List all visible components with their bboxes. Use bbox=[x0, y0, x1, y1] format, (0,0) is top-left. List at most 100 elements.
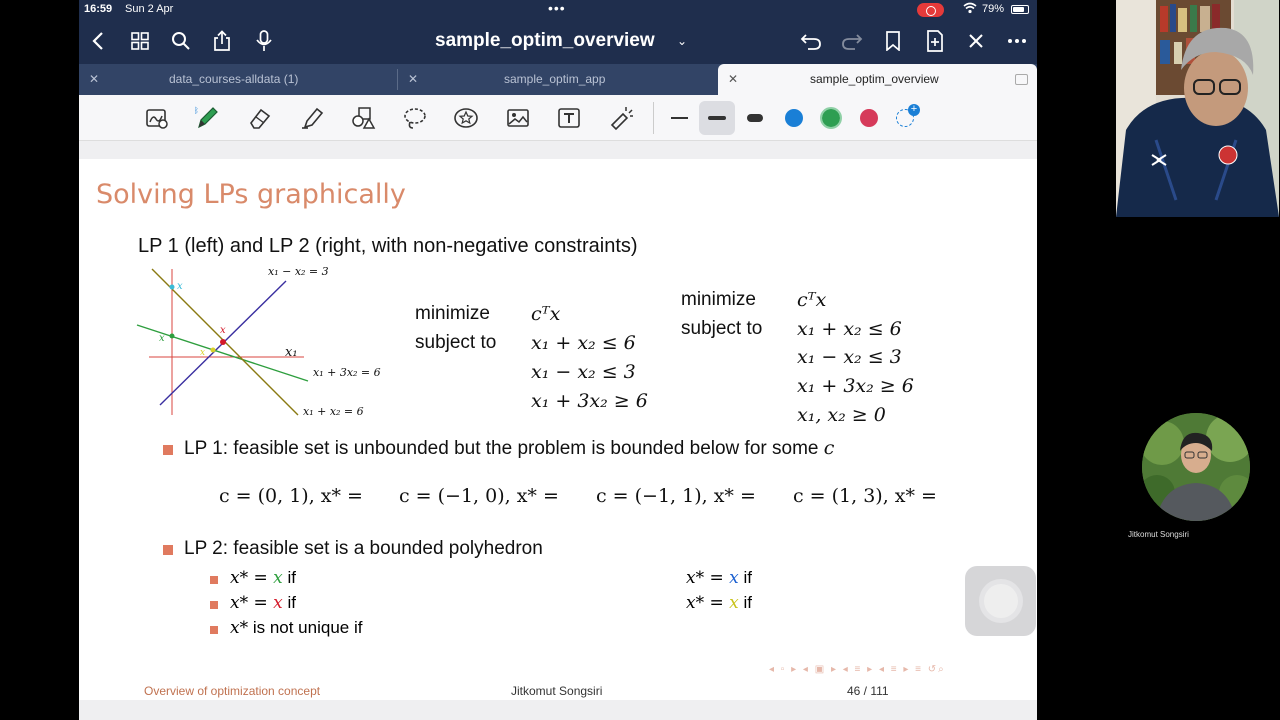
sub-prefix: x* = bbox=[686, 593, 730, 613]
bookmark-icon[interactable] bbox=[880, 28, 906, 54]
point-label-cyan: x bbox=[177, 281, 183, 292]
document-title[interactable]: sample_optim_overview bbox=[435, 30, 655, 52]
battery-icon bbox=[1011, 5, 1029, 14]
annotation-toolbar: ᛒ + bbox=[79, 95, 1037, 141]
text-icon[interactable] bbox=[555, 104, 583, 132]
laser-pointer-icon[interactable] bbox=[607, 104, 635, 132]
lp2-minimize-label: minimize bbox=[681, 289, 756, 310]
stroke-thick-option[interactable] bbox=[747, 114, 763, 122]
assistive-touch-button[interactable] bbox=[965, 566, 1036, 636]
eraser-icon[interactable] bbox=[246, 104, 274, 132]
footer-left: Overview of optimization concept bbox=[144, 684, 321, 698]
highlighter-icon[interactable] bbox=[298, 104, 326, 132]
sticker-icon[interactable] bbox=[452, 104, 480, 132]
tab-data-courses[interactable]: ✕ data_courses-alldata (1) bbox=[79, 64, 397, 95]
color-blue-swatch[interactable] bbox=[785, 109, 803, 127]
slide-title: Solving LPs graphically bbox=[96, 179, 406, 210]
participant-video-image bbox=[1142, 413, 1250, 521]
lp1-constraint-3: x₁ + 3x₂ ≥ 6 bbox=[531, 390, 648, 412]
point-label-yellow: x bbox=[200, 348, 205, 358]
tab-close-icon[interactable]: ✕ bbox=[728, 64, 738, 95]
label-line2: x₁ + 3x₂ = 6 bbox=[313, 366, 381, 379]
sub-bullet-square bbox=[210, 626, 218, 634]
sub-item-red: x* = x if bbox=[230, 593, 296, 613]
screen-recording-icon[interactable] bbox=[917, 3, 944, 17]
tab-close-icon[interactable]: ✕ bbox=[408, 64, 418, 95]
screen: 16:59 Sun 2 Apr ••• 79% sample_optim_ove… bbox=[0, 0, 1280, 720]
tab-sample-optim-overview[interactable]: ✕ sample_optim_overview bbox=[718, 64, 1037, 95]
bullet-square bbox=[163, 445, 173, 455]
presenter-video-image bbox=[1116, 0, 1279, 217]
c-value-3: c = (−1, 1), x* = bbox=[596, 485, 756, 507]
pen-icon[interactable]: ᛒ bbox=[193, 104, 221, 132]
sub-prefix: x* = bbox=[230, 568, 274, 588]
bullet-lp1-text: LP 1: feasible set is unbounded but the … bbox=[184, 437, 834, 460]
slide-subtitle: LP 1 (left) and LP 2 (right, with non-ne… bbox=[138, 235, 638, 257]
battery-fill bbox=[1013, 7, 1025, 12]
point-red bbox=[220, 339, 226, 345]
status-bar: 16:59 Sun 2 Apr ••• 79% bbox=[79, 0, 1037, 20]
sub-item-blue: x* = x if bbox=[686, 568, 752, 588]
more-icon[interactable] bbox=[1004, 28, 1030, 54]
sub-item-yellow: x* = x if bbox=[686, 593, 752, 613]
shapes-icon[interactable] bbox=[349, 104, 377, 132]
label-x1-axis: x₁ bbox=[285, 345, 298, 360]
plus-icon: + bbox=[908, 104, 920, 116]
footer-page-number: 46 / 111 bbox=[847, 684, 889, 698]
chevron-down-icon[interactable]: ⌄ bbox=[669, 28, 695, 54]
stroke-thin-option[interactable] bbox=[671, 117, 688, 119]
color-selected-ring bbox=[820, 107, 842, 129]
bullet-lp1-math: c bbox=[823, 437, 835, 459]
svg-text:ᛒ: ᛒ bbox=[194, 106, 199, 115]
lp1-constraint-1: x₁ + x₂ ≤ 6 bbox=[531, 332, 636, 354]
undo-icon[interactable] bbox=[798, 28, 824, 54]
lp2-objective: cᵀx bbox=[797, 289, 827, 311]
share-icon[interactable] bbox=[209, 28, 235, 54]
sub-bullet-square bbox=[210, 576, 218, 584]
tab-close-icon[interactable]: ✕ bbox=[89, 64, 99, 95]
beamer-nav-icons[interactable]: ◂ ▫ ▸ ◂ ▣ ▸ ◂ ≡ ▸ ◂ ≡ ▸ ≡ ↺⌕ bbox=[769, 664, 946, 675]
c-value-2: c = (−1, 0), x* = bbox=[399, 485, 559, 507]
mic-icon[interactable] bbox=[251, 28, 277, 54]
toolbar-divider bbox=[653, 102, 654, 134]
search-icon[interactable] bbox=[168, 28, 194, 54]
bullet-lp1-sentence: LP 1: feasible set is unbounded but the … bbox=[184, 438, 824, 459]
tab-label: sample_optim_app bbox=[504, 72, 606, 86]
grid-icon[interactable] bbox=[127, 28, 153, 54]
lasso-icon[interactable] bbox=[401, 104, 429, 132]
nav-bar: sample_optim_overview ⌄ bbox=[79, 20, 1037, 64]
sub-suffix: if bbox=[738, 568, 752, 587]
point-cyan bbox=[169, 284, 175, 290]
sub-suffix: if bbox=[282, 568, 296, 587]
sub-prefix: x* = bbox=[686, 568, 730, 588]
wifi-icon bbox=[963, 2, 977, 17]
multitask-dots-icon[interactable]: ••• bbox=[548, 1, 566, 15]
add-page-icon[interactable] bbox=[922, 28, 948, 54]
chevron-left-icon[interactable] bbox=[85, 28, 111, 54]
bullet-lp2-text: LP 2: feasible set is a bounded polyhedr… bbox=[184, 538, 543, 559]
tab-bar: ✕ data_courses-alldata (1) ✕ sample_opti… bbox=[79, 64, 1037, 95]
sub-var-blue: x bbox=[729, 568, 739, 588]
image-icon[interactable] bbox=[504, 104, 532, 132]
page-gap bbox=[79, 141, 1037, 159]
status-date: Sun 2 Apr bbox=[125, 3, 174, 15]
sub-var-red: x bbox=[273, 593, 283, 613]
participant-name: Jitkomut Songsiri bbox=[1128, 530, 1189, 539]
feasible-region-graph: x x x x x₁ − x₂ = 3 x₁ x₁ + 3x₂ = 6 x₁ +… bbox=[136, 265, 381, 418]
point-label-green: x bbox=[159, 333, 165, 344]
sub-var-yellow: x bbox=[729, 593, 739, 613]
tab-sample-optim-app[interactable]: ✕ sample_optim_app bbox=[398, 64, 717, 95]
sub-suffix: is not unique if bbox=[248, 618, 363, 637]
sub-prefix: x* = bbox=[230, 593, 274, 613]
slide-page: Solving LPs graphically LP 1 (left) and … bbox=[79, 159, 1037, 700]
color-red-swatch[interactable] bbox=[860, 109, 878, 127]
stroke-medium-option[interactable] bbox=[708, 116, 726, 120]
participant-avatar[interactable] bbox=[1142, 413, 1250, 521]
lasso-zoom-icon[interactable] bbox=[143, 104, 171, 132]
redo-icon[interactable] bbox=[839, 28, 865, 54]
split-view-icon[interactable] bbox=[1015, 74, 1028, 85]
point-label-red: x bbox=[220, 325, 226, 336]
close-icon[interactable] bbox=[963, 28, 989, 54]
ipad-screen: 16:59 Sun 2 Apr ••• 79% sample_optim_ove… bbox=[79, 0, 1037, 720]
sub-var-green: x bbox=[273, 568, 283, 588]
